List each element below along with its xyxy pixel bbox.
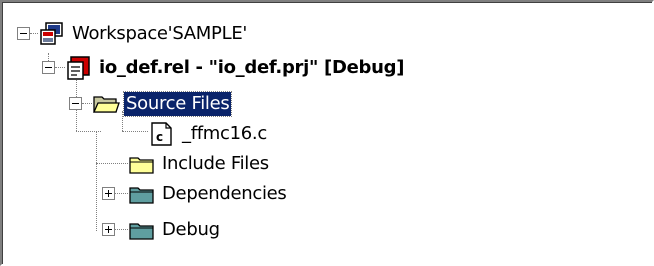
debug-expand-toggle[interactable] — [102, 223, 115, 236]
folder-icon — [128, 180, 156, 208]
tree-connector — [115, 229, 128, 230]
tree-connector — [55, 67, 65, 68]
tree-connector — [76, 131, 101, 132]
tree-label-project: io_def.rel - "io_def.prj" [Debug] — [99, 57, 405, 78]
folder-icon — [128, 150, 156, 178]
tree-connector — [96, 131, 97, 231]
tree-label-file-ffmc16: _ffmc16.c — [182, 123, 267, 144]
tree-node-include-files[interactable]: Include Files — [128, 149, 271, 179]
tree-label-include-files: Include Files — [162, 153, 269, 174]
workspace-icon — [38, 20, 66, 48]
tree-label-dependencies: Dependencies — [162, 183, 287, 204]
tree-label-workspace: Workspace'SAMPLE' — [72, 23, 248, 44]
project-collapse-toggle[interactable] — [42, 61, 55, 74]
svg-text:c: c — [156, 130, 163, 144]
tree-connector — [30, 33, 38, 34]
tree-node-dependencies[interactable]: Dependencies — [128, 179, 289, 209]
workspace-collapse-toggle[interactable] — [17, 27, 30, 40]
tree-connector — [115, 193, 128, 194]
folder-icon — [128, 216, 156, 244]
project-icon — [65, 54, 93, 82]
source-files-collapse-toggle[interactable] — [69, 97, 82, 110]
tree-connector — [82, 103, 92, 104]
workspace-tree-panel: Workspace'SAMPLE' io_def.rel - "io_def.p… — [0, 0, 654, 266]
tree-connector — [122, 131, 148, 132]
dependencies-expand-toggle[interactable] — [102, 187, 115, 200]
tree-node-project[interactable]: io_def.rel - "io_def.prj" [Debug] — [65, 53, 406, 83]
tree-node-source-files[interactable]: Source Files — [92, 89, 233, 119]
tree-node-debug[interactable]: Debug — [128, 215, 222, 245]
workspace-tree[interactable]: Workspace'SAMPLE' io_def.rel - "io_def.p… — [2, 2, 652, 264]
tree-label-source-files: Source Files — [122, 91, 233, 117]
c-source-file-icon: c — [148, 120, 176, 148]
tree-node-workspace[interactable]: Workspace'SAMPLE' — [38, 19, 249, 49]
open-folder-icon — [92, 90, 120, 118]
tree-connector — [96, 163, 128, 164]
tree-node-file-ffmc16[interactable]: c _ffmc16.c — [148, 119, 269, 149]
tree-label-debug: Debug — [162, 219, 220, 240]
